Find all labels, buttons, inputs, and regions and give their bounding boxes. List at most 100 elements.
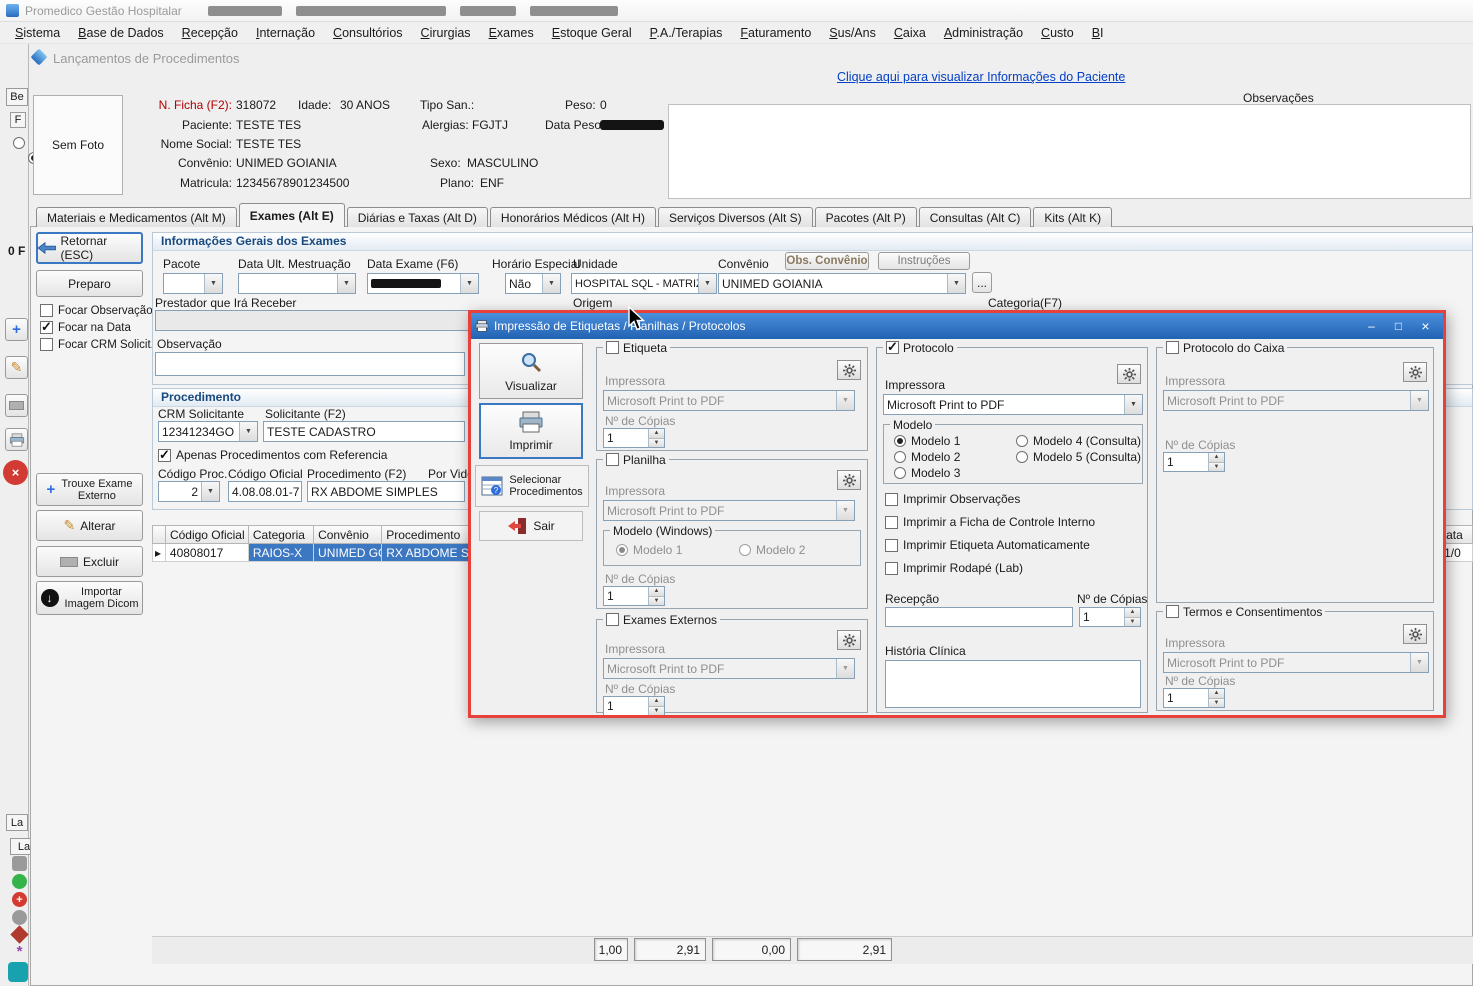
background-add-button[interactable]: + xyxy=(5,318,28,341)
codigo-oficial-input[interactable]: 4.08.08.01-7 xyxy=(228,481,302,502)
menu-custo[interactable]: Custo xyxy=(1032,23,1083,43)
retornar-button[interactable]: Retornar (ESC) xyxy=(36,232,143,264)
importar-dicom-button[interactable]: ↓ Importar Imagem Dicom xyxy=(36,581,143,615)
background-window-fragment[interactable]: La xyxy=(6,814,28,831)
menu-pa-terapias[interactable]: P.A./Terapias xyxy=(641,23,732,43)
planilha-modelo2-radio[interactable] xyxy=(739,544,751,556)
background-icon[interactable] xyxy=(8,962,28,982)
observacao-input[interactable] xyxy=(155,352,465,376)
chevron-down-icon[interactable]: ▼ xyxy=(201,482,219,501)
convenio-browse-button[interactable]: ... xyxy=(972,272,992,293)
chevron-down-icon[interactable]: ▼ xyxy=(460,274,478,293)
menu-sistema[interactable]: Sistema xyxy=(6,23,69,43)
menu-sus-ans[interactable]: Sus/Ans xyxy=(820,23,885,43)
recepcao-input[interactable] xyxy=(885,607,1073,627)
protocolo-modelo3-radio[interactable] xyxy=(894,467,906,479)
protocolo-modelo1-radio[interactable] xyxy=(894,435,906,447)
background-radio[interactable] xyxy=(13,137,25,149)
spinner-up-button[interactable]: ▲ xyxy=(649,429,664,438)
termos-gear-button[interactable] xyxy=(1403,624,1427,644)
etiqueta-copies-spinner[interactable]: 1 ▲▼ xyxy=(603,428,665,448)
etiqueta-gear-button[interactable] xyxy=(837,360,861,380)
menu-recepcao[interactable]: Recepção xyxy=(173,23,247,43)
selecionar-procedimentos-button[interactable]: ? Selecionar Procedimentos xyxy=(475,465,589,507)
table-header-categoria[interactable]: Categoria xyxy=(249,525,314,544)
menu-cirurgias[interactable]: Cirurgias xyxy=(412,23,480,43)
protocolo-caixa-checkbox[interactable] xyxy=(1166,341,1179,354)
exames-externos-checkbox[interactable] xyxy=(606,613,619,626)
sair-button[interactable]: Sair xyxy=(479,511,583,541)
instrucoes-button[interactable]: Instruções xyxy=(878,252,970,270)
exames-externos-copies-spinner[interactable]: 1 ▲▼ xyxy=(603,696,665,715)
spinner-down-button[interactable]: ▼ xyxy=(649,438,664,448)
spinner-down-button[interactable]: ▼ xyxy=(649,706,664,716)
procedimento-input[interactable]: RX ABDOME SIMPLES xyxy=(307,481,465,502)
focar-na-data-checkbox[interactable] xyxy=(40,321,53,334)
planilha-modelo1-radio[interactable] xyxy=(616,544,628,556)
patient-info-link[interactable]: Clique aqui para visualizar Informações … xyxy=(837,70,1125,84)
chevron-down-icon[interactable]: ▼ xyxy=(1124,395,1142,414)
spinner-up-button[interactable]: ▲ xyxy=(1209,689,1224,698)
visualizar-button[interactable]: Visualizar xyxy=(479,343,583,399)
exames-externos-gear-button[interactable] xyxy=(837,630,861,650)
menu-bi[interactable]: BI xyxy=(1083,23,1113,43)
menu-exames[interactable]: Exames xyxy=(480,23,543,43)
termos-checkbox[interactable] xyxy=(1166,605,1179,618)
menu-estoque-geral[interactable]: Estoque Geral xyxy=(543,23,641,43)
preparo-button[interactable]: Preparo xyxy=(36,270,143,297)
obs-convenio-button[interactable]: Obs. Convênio xyxy=(785,252,869,270)
protocolo-modelo5-radio[interactable] xyxy=(1016,451,1028,463)
background-icon[interactable] xyxy=(12,856,27,871)
focar-observacao-checkbox[interactable] xyxy=(40,304,53,317)
protocolo-caixa-copies-spinner[interactable]: 1 ▲▼ xyxy=(1163,452,1225,472)
background-icon[interactable]: * xyxy=(12,944,27,959)
protocolo-gear-button[interactable] xyxy=(1117,364,1141,384)
background-erase-button[interactable] xyxy=(5,394,28,417)
crm-combo[interactable]: 12341234GO▼ xyxy=(158,421,258,442)
imprimir-observacoes-checkbox[interactable] xyxy=(885,493,898,506)
imprimir-button[interactable]: Imprimir xyxy=(479,403,583,459)
background-window-fragment[interactable]: Be xyxy=(6,88,28,106)
historia-clinica-textarea[interactable] xyxy=(885,660,1141,708)
background-icon[interactable] xyxy=(12,874,27,889)
alterar-button[interactable]: ✎ Alterar xyxy=(36,510,143,541)
tab-diarias[interactable]: Diárias e Taxas (Alt D) xyxy=(347,207,488,227)
data-exame-combo[interactable]: ▼ xyxy=(367,273,479,294)
imprimir-ficha-checkbox[interactable] xyxy=(885,516,898,529)
protocolo-printer-combo[interactable]: Microsoft Print to PDF▼ xyxy=(883,394,1143,415)
trouxe-exame-externo-button[interactable]: + Trouxe Exame Externo xyxy=(36,473,143,506)
spinner-down-button[interactable]: ▼ xyxy=(1209,698,1224,708)
imprimir-etiqueta-checkbox[interactable] xyxy=(885,539,898,552)
tab-pacotes[interactable]: Pacotes (Alt P) xyxy=(815,207,917,227)
spinner-down-button[interactable]: ▼ xyxy=(1125,617,1140,627)
cell-codigo-oficial[interactable]: 40808017 xyxy=(166,544,249,562)
chevron-down-icon[interactable]: ▼ xyxy=(337,274,355,293)
unidade-combo[interactable]: HOSPITAL SQL - MATRIZ▼ xyxy=(571,273,717,294)
planilha-copies-spinner[interactable]: 1 ▲▼ xyxy=(603,586,665,606)
cell-categoria[interactable]: RAIOS-X xyxy=(249,544,314,562)
table-header-codigo-oficial[interactable]: Código Oficial xyxy=(166,525,249,544)
focar-crm-checkbox[interactable] xyxy=(40,338,53,351)
background-window-fragment[interactable]: F xyxy=(10,112,26,128)
solicitante-input[interactable]: TESTE CADASTRO xyxy=(263,421,465,442)
dialog-titlebar[interactable]: Impressão de Etiquetas / Planilhas / Pro… xyxy=(471,313,1443,339)
excluir-button[interactable]: Excluir xyxy=(36,546,143,577)
background-print-button[interactable] xyxy=(5,428,28,451)
background-icon[interactable] xyxy=(10,925,28,943)
tab-exames[interactable]: Exames (Alt E) xyxy=(239,203,345,227)
termos-copies-spinner[interactable]: 1 ▲▼ xyxy=(1163,688,1225,708)
spinner-down-button[interactable]: ▼ xyxy=(649,596,664,606)
table-header-convenio[interactable]: Convênio xyxy=(314,525,382,544)
menu-administracao[interactable]: Administração xyxy=(935,23,1032,43)
spinner-up-button[interactable]: ▲ xyxy=(1125,608,1140,617)
menu-internacao[interactable]: Internação xyxy=(247,23,324,43)
planilha-checkbox[interactable] xyxy=(606,453,619,466)
menu-caixa[interactable]: Caixa xyxy=(885,23,935,43)
spinner-down-button[interactable]: ▼ xyxy=(1209,462,1224,472)
spinner-up-button[interactable]: ▲ xyxy=(649,697,664,706)
protocolo-modelo4-radio[interactable] xyxy=(1016,435,1028,447)
chevron-down-icon[interactable]: ▼ xyxy=(542,274,560,293)
table-header-marker[interactable] xyxy=(152,525,166,544)
minimize-button[interactable]: – xyxy=(1358,316,1385,336)
tab-honorarios[interactable]: Honorários Médicos (Alt H) xyxy=(490,207,656,227)
